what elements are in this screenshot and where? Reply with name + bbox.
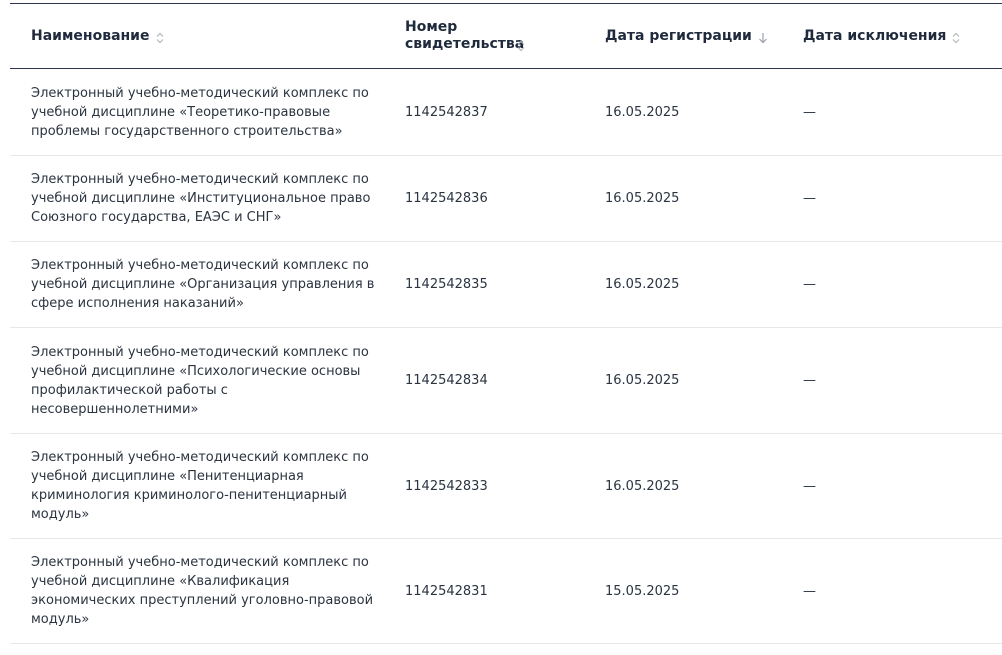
cell-excl-date: — [803,583,816,599]
cell-number: 1142542834 [405,373,488,388]
cell-name: Электронный учебно-методический комплекс… [31,85,369,139]
column-header-reg-date[interactable]: Дата регистрации [605,28,803,45]
cell-excl-date: — [803,478,816,494]
column-header-label: Дата исключения [803,27,947,44]
cell-number: 1142542835 [405,277,488,292]
sort-updown-icon[interactable] [156,32,164,44]
cell-excl-date: — [803,191,816,206]
cell-name: Электронный учебно-методический комплекс… [31,344,369,417]
cell-name: Электронный учебно-методический комплекс… [31,450,369,522]
column-header-label: Дата регистрации [605,27,752,44]
table-row[interactable]: Электронный учебно-методический комплекс… [10,434,1002,539]
cell-name: Электронный учебно-методический комплекс… [31,258,375,311]
cell-number: 1142542837 [405,104,488,120]
cell-reg-date: 16.05.2025 [605,373,680,388]
table-body: Электронный учебно-методический комплекс… [10,69,1002,644]
cell-number: 1142542831 [405,583,488,599]
cell-reg-date: 16.05.2025 [605,191,680,206]
cell-excl-date: — [803,104,816,120]
table-row[interactable]: Электронный учебно-методический комплекс… [10,69,1002,156]
cell-reg-date: 15.05.2025 [605,583,680,599]
cell-excl-date: — [803,277,816,292]
table-row[interactable]: Электронный учебно-методический комплекс… [10,156,1002,242]
table-header: Наименование Номер свидетельства Дата ре… [10,4,1002,69]
cell-number: 1142542833 [405,478,488,494]
column-header-label: Номер свидетельства [405,19,525,52]
cell-reg-date: 16.05.2025 [605,104,680,120]
table-row[interactable]: Электронный учебно-методический комплекс… [10,328,1002,434]
table-row[interactable]: Электронный учебно-методический комплекс… [10,242,1002,328]
certificates-table: Наименование Номер свидетельства Дата ре… [10,3,1002,644]
sort-updown-icon[interactable] [952,32,960,44]
column-header-name[interactable]: Наименование [10,28,405,45]
table-row[interactable]: Электронный учебно-методический комплекс… [10,539,1002,644]
cell-name: Электронный учебно-методический комплекс… [31,555,374,627]
cell-reg-date: 16.05.2025 [605,478,680,494]
column-header-excl-date[interactable]: Дата исключения [803,28,1002,45]
cell-excl-date: — [803,373,816,388]
column-header-label: Наименование [31,27,150,44]
sort-down-icon[interactable] [758,32,768,44]
sort-updown-icon[interactable] [517,40,525,52]
column-header-number[interactable]: Номер свидетельства [405,19,605,53]
cell-name: Электронный учебно-методический комплекс… [31,172,371,225]
cell-reg-date: 16.05.2025 [605,277,680,292]
cell-number: 1142542836 [405,191,488,206]
